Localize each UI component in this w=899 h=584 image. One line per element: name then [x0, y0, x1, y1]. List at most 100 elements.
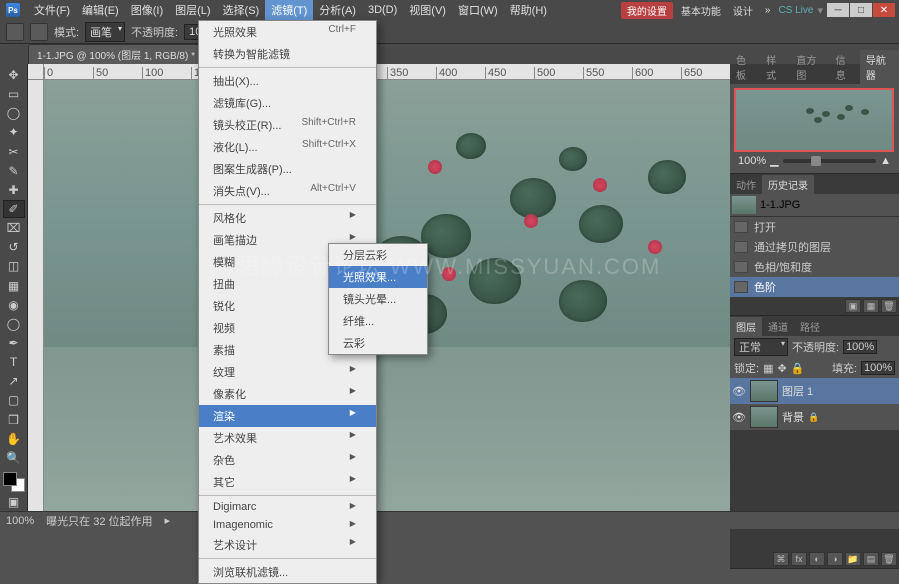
menu-filter[interactable]: 滤镜(T) [265, 0, 313, 20]
foreground-color[interactable] [3, 472, 17, 486]
tab-channels[interactable]: 通道 [762, 317, 794, 336]
menu-item[interactable]: 艺术效果 [199, 427, 376, 449]
submenu-item[interactable]: 云彩 [329, 332, 427, 354]
menu-select[interactable]: 选择(S) [217, 0, 266, 20]
menu-edit[interactable]: 编辑(E) [76, 0, 125, 20]
move-tool[interactable]: ✥ [3, 66, 25, 84]
status-chevron-icon[interactable]: ▸ [165, 514, 171, 527]
menu-item[interactable]: 转换为智能滤镜 [199, 43, 376, 65]
menu-item[interactable]: 浏览联机滤镜... [199, 561, 376, 583]
lasso-tool[interactable]: ◯ [3, 104, 25, 122]
type-tool[interactable]: T [3, 353, 25, 371]
submenu-item[interactable]: 分层云彩 [329, 244, 427, 266]
zoom-slider[interactable] [783, 159, 877, 163]
menu-image[interactable]: 图像(I) [125, 0, 169, 20]
tab-navigator[interactable]: 导航器 [860, 50, 899, 84]
trash-icon[interactable]: 🗑 [881, 552, 897, 566]
menu-analysis[interactable]: 分析(A) [313, 0, 362, 20]
history-item[interactable]: 色阶 [730, 277, 899, 297]
layer-opacity-input[interactable]: 100% [843, 340, 877, 354]
lock-position-icon[interactable]: ✥ [777, 362, 786, 375]
layer-row[interactable]: 👁 背景 🔒 [730, 404, 899, 430]
blend-mode-select[interactable]: 正常 [734, 338, 788, 356]
menu-item[interactable]: 滤镜库(G)... [199, 92, 376, 114]
menu-item[interactable]: 艺术设计 [199, 534, 376, 556]
history-item[interactable]: 打开 [730, 217, 899, 237]
marquee-tool[interactable]: ▭ [3, 85, 25, 103]
tab-histogram[interactable]: 直方图 [790, 50, 829, 84]
zoom-tool[interactable]: 🔍 [3, 449, 25, 467]
menu-item[interactable]: 图案生成器(P)... [199, 158, 376, 180]
hand-tool[interactable]: ✋ [3, 430, 25, 448]
eraser-tool[interactable]: ◫ [3, 257, 25, 275]
menu-3d[interactable]: 3D(D) [362, 2, 403, 18]
menu-item[interactable]: 光照效果Ctrl+F [199, 21, 376, 43]
tab-layers[interactable]: 图层 [730, 317, 762, 336]
crop-tool[interactable]: ✂ [3, 143, 25, 161]
layer-name[interactable]: 背景 [782, 409, 804, 425]
quickmask-icon[interactable]: ▣ [3, 493, 25, 511]
history-snapshot-icon[interactable]: ▣ [845, 299, 861, 313]
lock-all-icon[interactable]: 🔒 [791, 362, 805, 375]
lock-pixels-icon[interactable]: ▦ [763, 362, 773, 375]
history-item[interactable]: 色相/饱和度 [730, 257, 899, 277]
layer-mask-icon[interactable]: ◐ [809, 552, 825, 566]
tab-info[interactable]: 信息 [830, 50, 860, 84]
cslive-button[interactable]: CS Live [778, 5, 813, 16]
menu-item[interactable]: 液化(L)...Shift+Ctrl+X [199, 136, 376, 158]
nav-zoom-value[interactable]: 100% [738, 155, 766, 167]
healing-tool[interactable]: ✚ [3, 181, 25, 199]
shape-tool[interactable]: ▢ [3, 391, 25, 409]
document-tab[interactable]: 1-1.JPG @ 100% (图层 1, RGB/8) * [28, 44, 204, 64]
maximize-button[interactable]: □ [850, 3, 872, 17]
submenu-item[interactable]: 镜头光晕... [329, 288, 427, 310]
menu-item[interactable]: Digimarc [199, 498, 376, 516]
dodge-tool[interactable]: ◯ [3, 315, 25, 333]
gradient-tool[interactable]: ▦ [3, 277, 25, 295]
tab-styles[interactable]: 样式 [760, 50, 790, 84]
layer-row[interactable]: 👁 图层 1 [730, 378, 899, 404]
menu-file[interactable]: 文件(F) [28, 0, 76, 20]
fill-input[interactable]: 100% [861, 361, 895, 375]
tab-actions[interactable]: 动作 [730, 175, 762, 194]
navigator-thumbnail[interactable] [734, 88, 894, 152]
tab-history[interactable]: 历史记录 [762, 175, 814, 194]
mode-select[interactable]: 画笔 [85, 22, 125, 42]
history-snapshot[interactable]: 1-1.JPG [730, 194, 899, 217]
history-trash-icon[interactable]: 🗑 [881, 299, 897, 313]
menu-item[interactable]: 风格化 [199, 207, 376, 229]
brush-tool[interactable]: ✐ [3, 200, 25, 218]
tool-preset-icon[interactable] [6, 23, 24, 41]
submenu-item[interactable]: 纤维... [329, 310, 427, 332]
minimize-button[interactable]: ─ [827, 3, 849, 17]
menu-item[interactable]: 其它 [199, 471, 376, 493]
layer-thumbnail[interactable] [750, 380, 778, 402]
ruler-vertical[interactable] [28, 80, 44, 511]
my-settings-button[interactable]: 我的设置 [621, 2, 673, 19]
eyedropper-tool[interactable]: ✎ [3, 162, 25, 180]
history-brush-tool[interactable]: ↺ [3, 238, 25, 256]
search-icon[interactable]: ▾ [817, 4, 823, 17]
blur-tool[interactable]: ◉ [3, 296, 25, 314]
path-tool[interactable]: ↗ [3, 372, 25, 390]
visibility-icon[interactable]: 👁 [732, 411, 746, 424]
menu-item[interactable]: 渲染 [199, 405, 376, 427]
menu-item[interactable]: 抽出(X)... [199, 70, 376, 92]
tab-swatch[interactable]: 色板 [730, 50, 760, 84]
brush-preset-icon[interactable] [30, 23, 48, 41]
layer-thumbnail[interactable] [750, 406, 778, 428]
zoom-in-icon[interactable]: ▲ [880, 155, 891, 167]
layer-fx-icon[interactable]: fx [791, 552, 807, 566]
submenu-item[interactable]: 光照效果... [329, 266, 427, 288]
adjustment-layer-icon[interactable]: ◑ [827, 552, 843, 566]
menu-item[interactable]: 镜头校正(R)...Shift+Ctrl+R [199, 114, 376, 136]
menu-item[interactable]: 纹理 [199, 361, 376, 383]
status-zoom[interactable]: 100% [6, 515, 34, 527]
stamp-tool[interactable]: ⌧ [3, 219, 25, 237]
workspace-chevrons[interactable]: » [761, 5, 775, 16]
workspace-design[interactable]: 设计 [729, 3, 757, 18]
link-layers-icon[interactable]: ⌘ [773, 552, 789, 566]
wand-tool[interactable]: ✦ [3, 123, 25, 141]
menu-item[interactable]: 杂色 [199, 449, 376, 471]
color-swatches[interactable] [3, 472, 25, 492]
